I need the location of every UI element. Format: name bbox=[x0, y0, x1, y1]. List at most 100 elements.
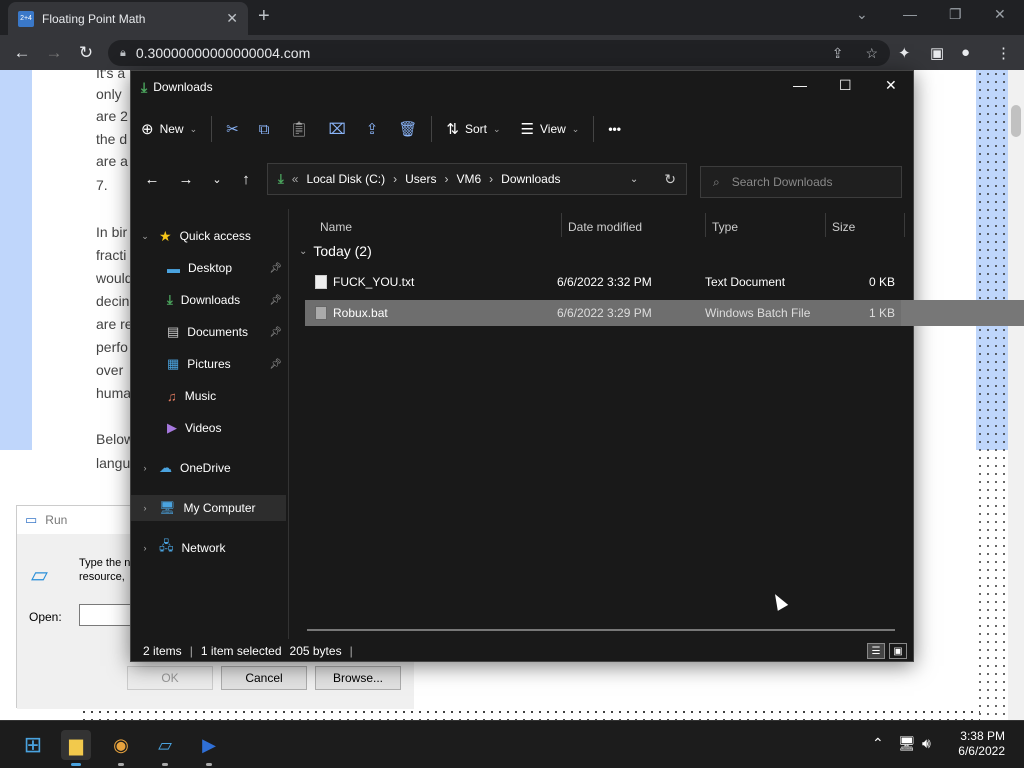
chevron-up-icon[interactable]: ⌃ bbox=[872, 735, 884, 752]
clock[interactable]: 3:38 PM 6/6/2022 bbox=[955, 729, 1005, 759]
menu-icon[interactable]: ⋮ bbox=[996, 44, 1011, 62]
tiles-view-icon[interactable]: ▣ bbox=[889, 643, 907, 659]
back-icon[interactable]: ← bbox=[135, 171, 169, 188]
recent-chevron-icon[interactable]: ⌄ bbox=[203, 173, 231, 186]
chevron-down-icon[interactable]: ⌄ bbox=[630, 174, 638, 185]
volume-icon[interactable]: 🔊︎ bbox=[922, 735, 931, 752]
details-view-icon[interactable]: ☰ bbox=[867, 643, 885, 659]
search-box[interactable]: ⌕ Search Downloads bbox=[700, 166, 902, 198]
delete-button[interactable]: 🗑︎ bbox=[388, 111, 427, 147]
close-window-icon[interactable]: ✕ bbox=[994, 6, 1006, 23]
view-button[interactable]: ☰ View ⌄ bbox=[511, 111, 590, 147]
start-icon[interactable]: ⊞ bbox=[18, 730, 48, 760]
breadcrumb[interactable]: Users bbox=[405, 172, 436, 186]
group-header[interactable]: ⌄ Today (2) bbox=[299, 243, 372, 259]
tab-close-icon[interactable]: ✕ bbox=[226, 10, 238, 27]
maximize-icon[interactable]: ☐ bbox=[839, 77, 852, 94]
bookmark-star-icon[interactable]: ☆ bbox=[865, 45, 878, 62]
forward-icon[interactable]: → bbox=[38, 43, 70, 63]
back-icon[interactable]: ← bbox=[6, 43, 38, 63]
nav-item-desktop[interactable]: ▬ Desktop 📌︎ bbox=[131, 255, 286, 281]
more-button[interactable]: ••• bbox=[598, 111, 631, 147]
breadcrumb[interactable]: Downloads bbox=[501, 172, 560, 186]
tab-search-icon[interactable]: ⌄ bbox=[856, 6, 868, 23]
forward-icon[interactable]: → bbox=[169, 171, 203, 188]
reload-icon[interactable]: ↻ bbox=[70, 43, 102, 63]
active-indicator bbox=[71, 763, 81, 766]
extensions-icon[interactable]: ✦ bbox=[898, 44, 911, 62]
view-label: View bbox=[540, 122, 566, 136]
column-divider[interactable] bbox=[705, 213, 706, 237]
page-scrollbar[interactable] bbox=[1008, 70, 1024, 720]
breadcrumb[interactable]: VM6 bbox=[456, 172, 481, 186]
profile-icon[interactable]: ● bbox=[961, 44, 970, 61]
file-row[interactable]: Robux.bat 6/6/2022 3:29 PM Windows Batch… bbox=[305, 300, 901, 326]
copy-button[interactable]: ⧉ bbox=[249, 111, 280, 147]
nav-item-pictures[interactable]: ▦ Pictures 📌︎ bbox=[131, 351, 286, 377]
chevron-right-icon: › bbox=[489, 172, 494, 186]
powershell-taskbar-icon[interactable]: ▶ bbox=[194, 730, 224, 760]
up-icon[interactable]: ↑ bbox=[231, 171, 261, 188]
column-header-size[interactable]: Size bbox=[832, 213, 855, 241]
nav-my-computer[interactable]: › 🖥︎ My Computer bbox=[131, 495, 286, 521]
cut-button[interactable]: ✂ bbox=[216, 111, 249, 147]
nav-item-downloads[interactable]: ⤓ Downloads 📌︎ bbox=[131, 287, 286, 313]
run-title: Run bbox=[45, 513, 68, 527]
cancel-button[interactable]: Cancel bbox=[221, 666, 307, 690]
browser-tab[interactable]: 2+4 Floating Point Math ✕ bbox=[8, 2, 248, 35]
status-bar: 2 items | 1 item selected 205 bytes | bbox=[131, 641, 913, 661]
address-bar[interactable]: 🔒︎ 0.30000000000000004.com ⇪ ☆ bbox=[108, 40, 890, 66]
nav-item-documents[interactable]: ▤ Documents 📌︎ bbox=[131, 319, 286, 345]
file-row[interactable]: FUCK_YOU.txt 6/6/2022 3:32 PM Text Docum… bbox=[305, 269, 901, 295]
share-button[interactable]: ⇪ bbox=[356, 111, 389, 147]
share-icon[interactable]: ⇪ bbox=[832, 45, 844, 62]
chevron-right-icon[interactable]: › bbox=[139, 463, 151, 473]
side-panel-icon[interactable]: ▣ bbox=[930, 44, 944, 62]
sort-button[interactable]: ⇅ Sort ⌄ bbox=[436, 111, 510, 147]
nav-network[interactable]: › 🖧︎ Network bbox=[131, 535, 286, 561]
network-status-icon[interactable]: 🖥︎ bbox=[898, 735, 916, 752]
new-button[interactable]: ⊕ New ⌄ bbox=[131, 111, 207, 147]
horizontal-scrollbar[interactable] bbox=[307, 629, 895, 631]
close-icon[interactable]: ✕ bbox=[885, 77, 897, 94]
rename-button[interactable]: ⌧ bbox=[318, 111, 355, 147]
paste-button[interactable]: 📋︎ bbox=[279, 111, 318, 147]
column-divider[interactable] bbox=[561, 213, 562, 237]
overflow-icon[interactable]: « bbox=[292, 172, 299, 186]
column-header-name[interactable]: Name bbox=[320, 213, 352, 241]
refresh-icon[interactable]: ↻ bbox=[664, 171, 676, 188]
column-divider[interactable] bbox=[904, 213, 905, 237]
column-header-type[interactable]: Type bbox=[712, 213, 738, 241]
restore-icon[interactable]: ❐ bbox=[949, 6, 962, 23]
nav-onedrive[interactable]: › ☁ OneDrive bbox=[131, 455, 286, 481]
ok-button[interactable]: OK bbox=[127, 666, 213, 690]
path-bar[interactable]: ⤓ « Local Disk (C:) › Users › VM6 › Down… bbox=[267, 163, 687, 195]
browse-button[interactable]: Browse... bbox=[315, 666, 401, 690]
computer-icon: 🖥︎ bbox=[159, 500, 176, 515]
chevron-down-icon: ⌄ bbox=[571, 123, 580, 134]
group-label: Today (2) bbox=[313, 243, 372, 259]
nav-item-music[interactable]: ♫ Music bbox=[131, 383, 286, 409]
pane-divider[interactable] bbox=[288, 209, 289, 639]
lock-icon[interactable]: 🔒︎ bbox=[120, 47, 126, 60]
nav-quick-access[interactable]: ⌄ ★ Quick access bbox=[131, 223, 286, 249]
run-taskbar-icon[interactable]: ▱ bbox=[150, 730, 180, 760]
chevron-right-icon: › bbox=[393, 172, 398, 186]
status-bytes: 205 bytes bbox=[289, 644, 342, 658]
column-header-date[interactable]: Date modified bbox=[568, 213, 642, 241]
breadcrumb[interactable]: Local Disk (C:) bbox=[306, 172, 385, 186]
new-tab-icon[interactable]: + bbox=[258, 6, 270, 26]
column-divider[interactable] bbox=[825, 213, 826, 237]
chrome-taskbar-icon[interactable]: ◉ bbox=[106, 730, 136, 760]
chevron-right-icon[interactable]: › bbox=[139, 543, 151, 553]
chevron-right-icon[interactable]: › bbox=[139, 503, 151, 513]
nav-item-videos[interactable]: ▶ Videos bbox=[131, 415, 286, 441]
minimize-icon[interactable]: — bbox=[793, 77, 807, 93]
page-text: the d bbox=[96, 131, 128, 147]
cut-icon: ✂ bbox=[226, 121, 239, 138]
file-explorer-taskbar-icon[interactable]: ▆ bbox=[61, 730, 91, 760]
minimize-icon[interactable]: — bbox=[903, 6, 917, 22]
chevron-down-icon[interactable]: ⌄ bbox=[139, 231, 151, 242]
page-text: Below bbox=[96, 431, 135, 447]
page-text: over bbox=[96, 362, 124, 378]
